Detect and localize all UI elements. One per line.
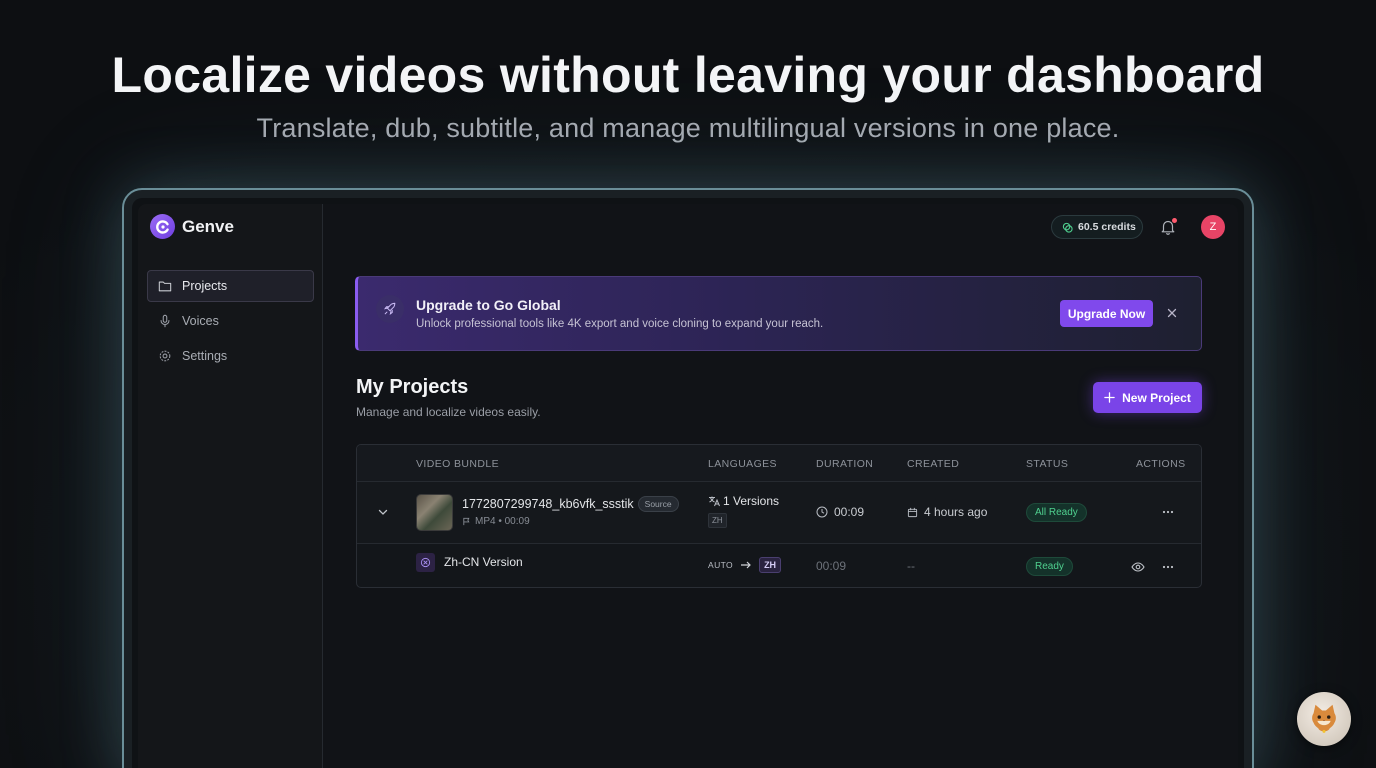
app-logo[interactable]: Genve [150, 214, 234, 239]
table-row[interactable]: 1772807299748_kb6vfk_ssstik Source MP4 •… [357, 482, 1201, 544]
assistant-cat-button[interactable] [1297, 692, 1351, 746]
page-title: My Projects [356, 376, 469, 398]
sidebar-nav: Projects Voices Settings [147, 270, 314, 375]
column-header-created: CREATED [907, 458, 960, 470]
bundle-meta: MP4 • 00:09 [462, 516, 530, 527]
hero-title: Localize videos without leaving your das… [111, 47, 1265, 103]
new-project-label: New Project [1122, 390, 1191, 405]
credits-text: 60.5 credits [1078, 221, 1136, 233]
upgrade-banner: Upgrade to Go Global Unlock professional… [355, 276, 1202, 351]
app-name: Genve [182, 216, 234, 236]
gear-icon [159, 350, 171, 362]
target-language-chip: ZH [759, 557, 782, 573]
column-header-status: STATUS [1026, 458, 1069, 470]
bundle-filename: 1772807299748_kb6vfk_ssstik [462, 497, 634, 511]
sidebar-item-settings[interactable]: Settings [147, 340, 314, 372]
eye-icon[interactable] [1131, 560, 1145, 574]
column-header-actions: ACTIONS [1136, 458, 1186, 470]
projects-table: VIDEO BUNDLE LANGUAGES DURATION CREATED … [356, 444, 1202, 588]
column-header-video-bundle: VIDEO BUNDLE [416, 458, 499, 470]
avatar[interactable]: Z [1201, 215, 1225, 239]
sidebar: Genve Projects Voices Settings [138, 204, 323, 768]
languages-icon [709, 496, 720, 507]
folder-icon [158, 281, 172, 292]
language-chip: ZH [708, 513, 727, 528]
microphone-icon [160, 314, 170, 328]
clock-icon [816, 506, 828, 518]
table-row[interactable]: Zh-CN Version AUTO ZH 00:09 -- Ready [357, 544, 1201, 587]
created: 4 hours ago [907, 505, 987, 519]
banner-title: Upgrade to Go Global [416, 297, 561, 313]
version-name: Zh-CN Version [444, 555, 523, 569]
video-thumbnail[interactable] [416, 494, 453, 531]
sidebar-item-projects[interactable]: Projects [147, 270, 314, 302]
close-icon[interactable] [1164, 305, 1180, 321]
page-subtitle: Manage and localize videos easily. [356, 405, 541, 419]
duration: 00:09 [816, 505, 864, 519]
version-created: -- [907, 559, 915, 573]
upgrade-now-button[interactable]: Upgrade Now [1060, 300, 1153, 327]
sidebar-item-label: Settings [182, 349, 228, 363]
banner-text: Unlock professional tools like 4K export… [416, 318, 824, 330]
calendar-icon [907, 507, 918, 517]
version-duration: 00:09 [816, 559, 847, 573]
notification-dot [1172, 218, 1177, 223]
more-options-icon[interactable] [1161, 560, 1175, 574]
credits-badge[interactable]: 60.5 credits [1051, 215, 1143, 239]
arrow-right-icon [741, 561, 751, 569]
coins-icon [1062, 222, 1073, 233]
logo-icon [150, 214, 175, 239]
cat-icon [1312, 704, 1336, 733]
app-window: Genve Projects Voices Settings 60.5 cred… [138, 204, 1238, 768]
status-badge: Ready [1026, 557, 1073, 576]
table-header: VIDEO BUNDLE LANGUAGES DURATION CREATED … [357, 445, 1201, 482]
sidebar-item-label: Voices [182, 314, 219, 328]
language-pair: AUTO ZH [708, 557, 782, 573]
chevron-down-icon[interactable] [377, 506, 389, 518]
plus-icon [1104, 392, 1115, 403]
column-header-languages: LANGUAGES [708, 458, 777, 470]
new-project-button[interactable]: New Project [1093, 382, 1202, 413]
status-badge: All Ready [1026, 503, 1087, 522]
rocket-icon [376, 295, 404, 323]
flag-icon [463, 517, 470, 526]
sidebar-item-label: Projects [182, 279, 228, 293]
column-header-duration: DURATION [816, 458, 874, 470]
bundle-title: 1772807299748_kb6vfk_ssstik Source [462, 496, 679, 512]
sidebar-item-voices[interactable]: Voices [147, 305, 314, 337]
hero-subtitle: Translate, dub, subtitle, and manage mul… [256, 113, 1120, 143]
translate-icon [416, 553, 435, 572]
source-badge: Source [637, 496, 679, 512]
more-options-icon[interactable] [1161, 505, 1175, 519]
source-language: AUTO [708, 560, 734, 570]
versions-count: 1 Versions [708, 494, 779, 508]
